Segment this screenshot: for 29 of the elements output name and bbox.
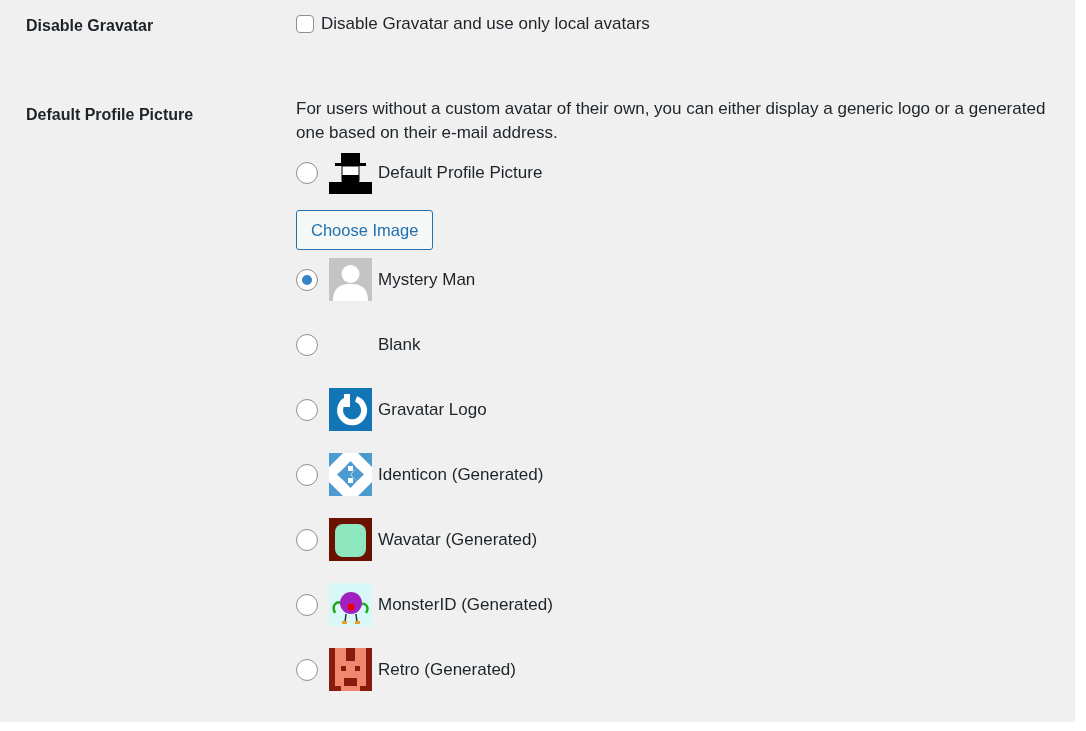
checkbox-label[interactable]: Disable Gravatar and use only local avatars [321, 14, 650, 34]
option-label[interactable]: Identicon (Generated) [378, 464, 544, 485]
choose-image-button[interactable]: Choose Image [296, 210, 434, 250]
option-label[interactable]: Mystery Man [378, 269, 476, 290]
power-logo-icon [329, 388, 372, 431]
pattern-icon [329, 453, 372, 496]
description: For users without a custom avatar of their own, you can either display a generic logo or a generated one based on their e-mail address. [296, 98, 1047, 144]
radio-button[interactable] [296, 268, 318, 291]
radio-button[interactable] [296, 161, 318, 184]
creature-icon [329, 583, 372, 626]
radio-button[interactable] [296, 333, 318, 356]
radio-button[interactable] [296, 658, 318, 681]
checkbox[interactable] [296, 15, 314, 33]
radio-button[interactable] [296, 398, 318, 421]
person-silhouette-icon [329, 258, 372, 301]
option-label[interactable]: Blank [378, 334, 421, 355]
setting-label: Disable Gravatar [25, 16, 155, 35]
pixel-creature-icon [329, 648, 372, 691]
option-label[interactable]: MonsterID (Generated) [378, 594, 553, 615]
radio-button[interactable] [296, 528, 318, 551]
radio-button[interactable] [296, 593, 318, 616]
option-label[interactable]: Retro (Generated) [378, 659, 516, 680]
radio-button[interactable] [296, 463, 318, 486]
setting-label: Default Profile Picture [25, 105, 195, 125]
option-label[interactable]: Default Profile Picture [378, 162, 543, 183]
hat-figure-icon [329, 151, 372, 194]
option-label[interactable]: Wavatar (Generated) [378, 529, 538, 550]
option-label[interactable]: Gravatar Logo [378, 399, 487, 420]
rounded-block-icon [329, 518, 372, 561]
